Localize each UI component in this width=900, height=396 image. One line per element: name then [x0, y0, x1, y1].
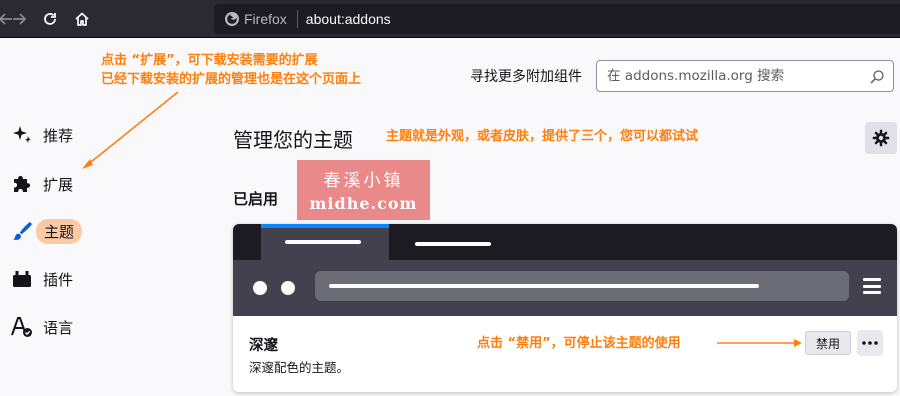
- firefox-logo-icon: [225, 12, 239, 26]
- reload-button[interactable]: [38, 7, 62, 31]
- theme-name: 深邃: [249, 338, 278, 354]
- url-bar[interactable]: Firefox about:addons: [214, 4, 900, 34]
- identity-box[interactable]: Firefox: [214, 4, 287, 34]
- arrowhead: [82, 159, 93, 169]
- enabled-section-title: 已启用: [233, 190, 279, 208]
- sidebar-item-recommendations[interactable]: 推荐: [10, 121, 73, 149]
- hamburger-menu-icon: [863, 278, 881, 294]
- preview-active-tab: [261, 224, 389, 260]
- annotation-disable: 点击 “禁用”，可停止该主题的使用: [477, 336, 681, 351]
- sidebar-item-label: 扩展: [43, 175, 74, 194]
- watermark-line: 春溪小镇: [323, 171, 404, 191]
- home-button[interactable]: [70, 7, 94, 31]
- theme-description: 深邃配色的主题。: [249, 360, 350, 375]
- arrow-to-extensions: [85, 91, 179, 167]
- reload-icon: [44, 13, 56, 25]
- browser-brand-label: Firefox: [244, 11, 287, 27]
- sparkle-icon: [10, 123, 34, 147]
- more-options-button[interactable]: [857, 330, 883, 356]
- sidebar-item-extensions[interactable]: 扩展: [10, 170, 73, 198]
- url-separator: [296, 10, 298, 28]
- home-icon: [75, 12, 89, 26]
- url-text[interactable]: about:addons: [306, 11, 391, 27]
- watermark: 春溪小镇 midhe.com: [297, 160, 430, 220]
- settings-button[interactable]: [865, 122, 897, 154]
- arrow-right-icon: [13, 13, 27, 25]
- theme-preview: [233, 224, 897, 316]
- sidebar-item-languages[interactable]: 语言: [10, 313, 73, 341]
- sidebar-item-plugins[interactable]: 插件: [10, 265, 73, 293]
- theme-card[interactable]: 深邃 深邃配色的主题。 禁用: [233, 224, 897, 392]
- disable-button[interactable]: 禁用: [805, 331, 851, 355]
- watermark-line: midhe.com: [309, 194, 418, 213]
- sidebar-item-label: 插件: [43, 270, 74, 289]
- preview-dot: [281, 281, 295, 295]
- preview-tab-line: [415, 242, 491, 246]
- search-input[interactable]: [597, 61, 857, 91]
- sidebar-item-label: 推荐: [43, 126, 74, 145]
- preview-dot: [253, 281, 267, 295]
- forward-button[interactable]: [7, 7, 31, 31]
- preview-tab-line: [285, 240, 361, 244]
- annotation-themes: 主题就是外观，或者皮肤，提供了三个，您可以都试试: [386, 129, 699, 144]
- browser-toolbar: Firefox about:addons: [0, 0, 900, 38]
- preview-toolbar: [233, 260, 897, 316]
- preview-url-line: [329, 284, 759, 288]
- search-label: 寻找更多附加组件: [470, 69, 582, 85]
- sidebar-item-label: 主题: [36, 218, 83, 244]
- page-title: 管理您的主题: [233, 128, 353, 152]
- sidebar-item-label: 语言: [43, 318, 74, 337]
- annotation-extensions-line1: 点击 “扩展”，可下载安装需要的扩展: [101, 53, 318, 68]
- more-icon: [862, 341, 878, 345]
- annotation-extensions-line2: 已经下载安装的扩展的管理也是在这个页面上: [101, 72, 362, 87]
- search-box[interactable]: [596, 60, 894, 92]
- brush-icon: [10, 219, 34, 243]
- search-icon[interactable]: [869, 69, 885, 85]
- plugin-icon: [10, 267, 34, 291]
- gear-icon: [872, 129, 890, 147]
- puzzle-icon: [10, 172, 34, 196]
- language-icon: [10, 315, 34, 339]
- preview-urlbar: [315, 271, 849, 301]
- sidebar-item-themes[interactable]: 主题: [10, 217, 83, 245]
